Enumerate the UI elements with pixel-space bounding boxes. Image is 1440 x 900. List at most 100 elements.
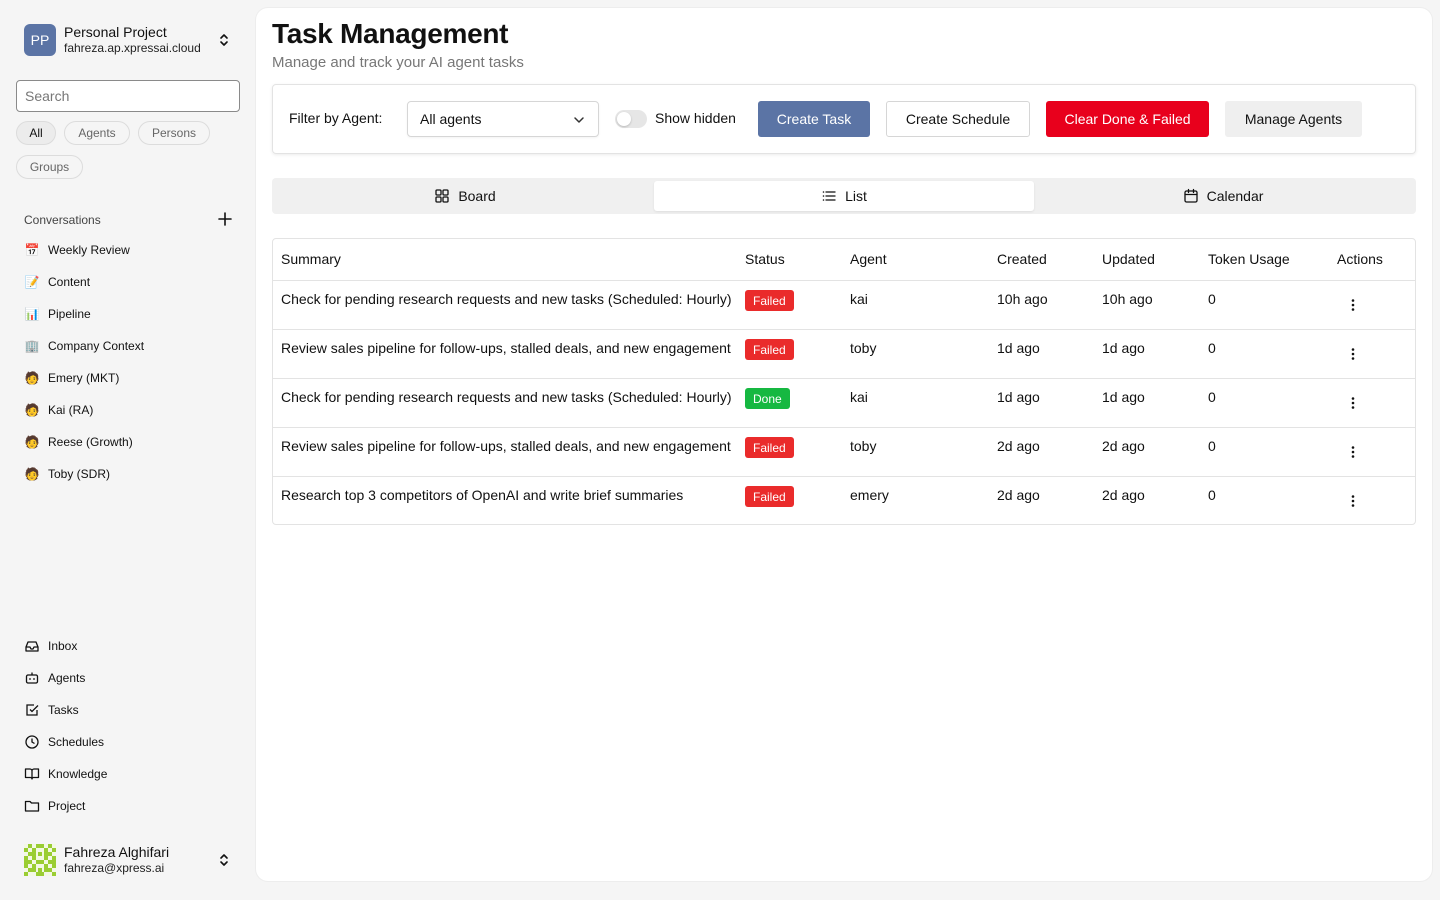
task-toolbar: Filter by Agent: All agents Show hidden … [272,84,1416,154]
column-header: Updated [1102,251,1155,267]
nav-inbox[interactable]: Inbox [24,636,240,656]
show-hidden-toggle[interactable] [615,110,647,128]
task-updated: 2d ago [1102,438,1145,454]
more-vertical-icon[interactable] [1345,444,1361,460]
task-summary: Review sales pipeline for follow-ups, st… [281,438,731,454]
memo-emoji-icon: 📝 [24,275,40,289]
conversation-kai[interactable]: 🧑 Kai (RA) [24,400,240,420]
more-vertical-icon[interactable] [1345,395,1361,411]
search-input[interactable] [16,80,240,112]
filter-chip-groups[interactable]: Groups [16,155,83,179]
tab-label: Calendar [1206,188,1264,204]
bot-icon [25,672,39,684]
conversation-label: Weekly Review [48,243,130,257]
bar-chart-emoji-icon: 📊 [24,307,40,321]
task-updated: 2d ago [1102,487,1145,503]
table-row[interactable]: Check for pending research requests and … [273,378,1415,427]
create-task-button[interactable]: Create Task [758,101,870,137]
status-badge: Failed [745,290,794,311]
conversation-pipeline[interactable]: 📊 Pipeline [24,304,240,324]
filter-label: Filter by Agent: [289,110,383,126]
conversation-toby[interactable]: 🧑 Toby (SDR) [24,464,240,484]
task-updated: 10h ago [1102,291,1153,307]
task-created: 1d ago [997,389,1040,405]
task-created: 1d ago [997,340,1040,356]
nav-tasks[interactable]: Tasks [24,700,240,720]
tab-calendar[interactable]: Calendar [1033,181,1413,211]
conversation-emery[interactable]: 🧑 Emery (MKT) [24,368,240,388]
nav-agents[interactable]: Agents [24,668,240,688]
clear-done-failed-button[interactable]: Clear Done & Failed [1046,101,1209,137]
nav-schedules[interactable]: Schedules [24,732,240,752]
status-badge: Done [745,388,790,409]
more-vertical-icon[interactable] [1345,493,1361,509]
conversation-content[interactable]: 📝 Content [24,272,240,292]
status-badge: Failed [745,437,794,458]
task-created: 2d ago [997,487,1040,503]
list-icon [822,191,836,201]
table-row[interactable]: Review sales pipeline for follow-ups, st… [273,427,1415,476]
task-summary: Review sales pipeline for follow-ups, st… [281,340,731,356]
tab-board[interactable]: Board [275,181,655,211]
create-schedule-button[interactable]: Create Schedule [886,101,1030,137]
conversation-label: Content [48,275,91,289]
clock-icon [25,735,39,749]
task-token-usage: 0 [1208,438,1216,454]
tab-label: List [845,188,867,204]
filter-chip-agents[interactable]: Agents [64,121,130,145]
table-row[interactable]: Check for pending research requests and … [273,280,1415,329]
nav-label: Schedules [48,735,105,749]
task-agent: kai [850,291,868,307]
show-hidden-label: Show hidden [655,110,736,126]
inbox-icon [25,641,39,652]
nav-knowledge[interactable]: Knowledge [24,764,240,784]
tab-list[interactable]: List [654,181,1034,211]
task-token-usage: 0 [1208,389,1216,405]
person-emoji-icon: 🧑 [24,371,40,385]
column-header: Status [745,251,785,267]
user-menu[interactable]: Fahreza Alghifari fahreza@xpress.ai [24,843,240,877]
conversation-weekly-review[interactable]: 📅 Weekly Review [24,240,240,260]
person-emoji-icon: 🧑 [24,403,40,417]
view-tabs: Board List Calendar [272,178,1416,214]
conversation-label: Emery (MKT) [48,371,120,385]
plus-icon[interactable] [218,212,232,226]
task-agent: toby [850,340,877,356]
more-vertical-icon[interactable] [1345,346,1361,362]
table-row[interactable]: Research top 3 competitors of OpenAI and… [273,476,1415,525]
nav-project[interactable]: Project [24,796,240,816]
status-badge: Failed [745,486,794,507]
book-icon [24,768,40,780]
calendar-emoji-icon: 📅 [24,243,40,257]
filter-chip-all[interactable]: All [16,121,56,145]
task-summary: Research top 3 competitors of OpenAI and… [281,487,684,503]
conversation-reese[interactable]: 🧑 Reese (Growth) [24,432,240,452]
column-header: Agent [850,251,887,267]
project-switcher[interactable]: PP Personal Project fahreza.ap.xpressai.… [24,24,240,56]
conversation-label: Kai (RA) [48,403,94,417]
project-name: Personal Project [64,24,167,41]
chevron-up-down-icon [220,854,228,866]
conversation-company-context[interactable]: 🏢 Company Context [24,336,240,356]
nav-label: Knowledge [48,767,108,781]
office-building-emoji-icon: 🏢 [24,339,40,353]
chevron-down-icon [574,117,584,123]
conversations-label: Conversations [24,213,101,227]
table-row[interactable]: Review sales pipeline for follow-ups, st… [273,329,1415,378]
task-summary: Check for pending research requests and … [281,389,732,405]
conversation-label: Pipeline [48,307,91,321]
nav-label: Agents [48,671,86,685]
task-summary: Check for pending research requests and … [281,291,732,307]
person-emoji-icon: 🧑 [24,435,40,449]
person-emoji-icon: 🧑 [24,467,40,481]
agent-filter-select[interactable]: All agents [407,101,599,137]
task-token-usage: 0 [1208,340,1216,356]
filter-chip-persons[interactable]: Persons [138,121,210,145]
task-agent: toby [850,438,877,454]
column-header: Summary [281,251,341,267]
check-square-icon [26,704,39,716]
manage-agents-button[interactable]: Manage Agents [1225,101,1362,137]
column-header: Created [997,251,1047,267]
task-token-usage: 0 [1208,291,1216,307]
more-vertical-icon[interactable] [1345,297,1361,313]
